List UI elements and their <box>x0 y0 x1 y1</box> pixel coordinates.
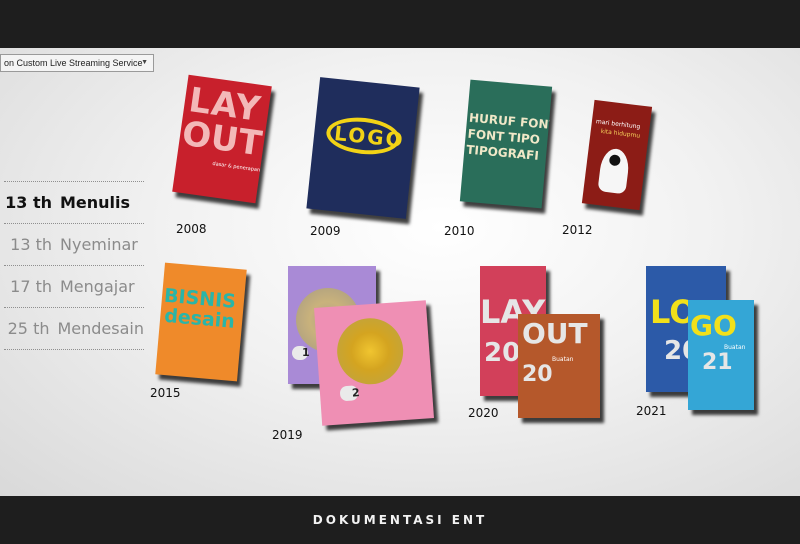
volume-number: 2 <box>351 386 361 400</box>
book-year-mark: 20 <box>522 362 553 387</box>
chevron-down-icon: ▼ <box>141 59 148 66</box>
dropdown-label: on Custom Live Streaming Service <box>4 58 143 68</box>
book-subtitle: dasar & penerapannya <box>212 160 270 175</box>
book-year-mark: 21 <box>702 350 733 375</box>
book-title: desain <box>163 304 236 333</box>
book-subtitle: Buatan <box>552 356 574 363</box>
year-label: 2015 <box>150 386 181 400</box>
book-cover-2012: mari berhitung kita hidupmu <box>581 99 653 211</box>
book-title: OUT <box>522 317 588 350</box>
stat-number: 13 th <box>10 235 52 254</box>
stats-list: 13 th Menulis 13 th Nyeminar 17 th Menga… <box>4 181 144 350</box>
book-title: OUT <box>179 113 265 165</box>
color-blind-plate <box>334 316 406 387</box>
stat-number: 17 th <box>10 277 52 296</box>
stat-menulis: 13 th Menulis <box>4 181 144 223</box>
presentation-slide: on Custom Live Streaming Service ▼ 13 th… <box>0 48 800 496</box>
top-bar <box>0 0 800 48</box>
book-cover-2010: HURUF FONT FONT TIPO TIPOGRAFI <box>459 79 553 209</box>
stat-label: Nyeminar <box>60 235 138 254</box>
bottom-bar: DOKUMENTASI ENT <box>0 496 800 544</box>
year-label: 2009 <box>310 224 341 238</box>
stat-label: Mendesain <box>57 319 144 338</box>
book-title: GO <box>690 309 737 342</box>
footer-caption: DOKUMENTASI ENT <box>312 513 488 527</box>
book-title: TIPOGRAFI <box>465 142 540 163</box>
year-label: 2020 <box>468 406 499 420</box>
book-year-mark: 20 <box>484 338 521 368</box>
volume-number: 1 <box>302 346 310 359</box>
year-label: 2012 <box>562 223 593 237</box>
stat-mendesain: 25 th Mendesain <box>4 307 144 350</box>
book-cover-2008: LAY OUT dasar & penerapannya <box>172 74 272 204</box>
book-cover-2021-vol2: GO Buatan 21 <box>688 300 754 410</box>
year-label: 2019 <box>272 428 303 442</box>
book-cover-2020-vol2: OUT Buatan 20 <box>518 314 600 418</box>
stat-label: Menulis <box>60 193 131 212</box>
stat-label: Mengajar <box>60 277 135 296</box>
book-cover-2015: BISNIS desain <box>155 262 247 382</box>
year-label: 2010 <box>444 224 475 238</box>
stat-number: 25 th <box>7 319 50 338</box>
streaming-service-dropdown[interactable]: on Custom Live Streaming Service ▼ <box>0 54 154 72</box>
year-label: 2021 <box>636 404 667 418</box>
stat-number: 13 th <box>5 193 52 212</box>
book-cover-2019-vol2: 2 <box>314 300 434 426</box>
book-cover-2009: LOGO <box>306 77 420 219</box>
stat-nyeminar: 13 th Nyeminar <box>4 223 144 265</box>
stat-mengajar: 17 th Mengajar <box>4 265 144 307</box>
year-label: 2008 <box>176 222 207 236</box>
